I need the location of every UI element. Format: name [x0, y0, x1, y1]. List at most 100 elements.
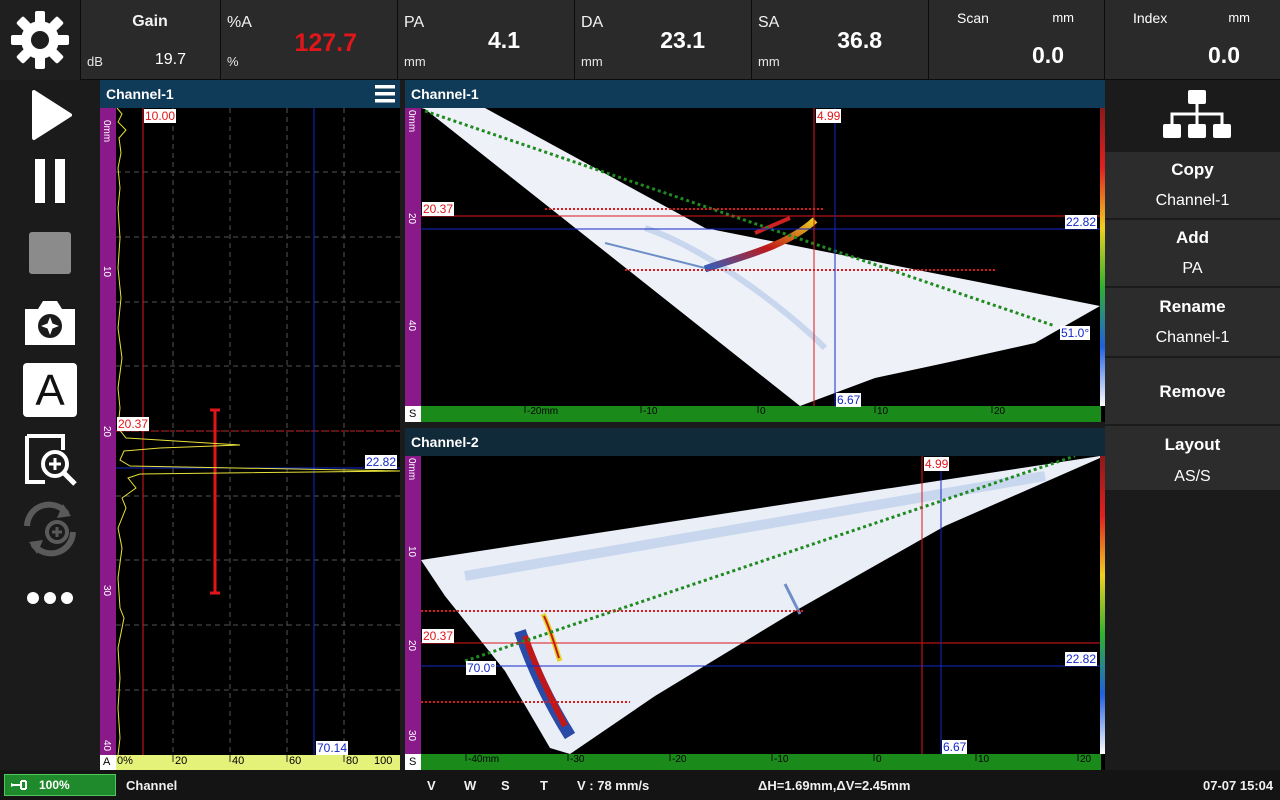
- capture-button[interactable]: [18, 294, 82, 350]
- camera-icon: [25, 301, 75, 345]
- amplitude-unit: %: [227, 54, 239, 69]
- scan-value: 0.0: [1032, 42, 1064, 68]
- status-datetime: 07-07 15:04: [1203, 778, 1274, 793]
- status-delta: ΔH=1.69mm,ΔV=2.45mm: [758, 778, 911, 793]
- sscan2-depth-label: 20.37: [422, 629, 455, 643]
- ascan-x-tick: 40: [232, 755, 245, 767]
- sscan2-x-tick: 0: [876, 754, 882, 765]
- gain-label: Gain: [132, 13, 168, 30]
- scan-label: Scan: [957, 10, 989, 26]
- stop-button[interactable]: [18, 230, 82, 276]
- zoom-in-icon: [25, 434, 77, 486]
- sscan1-x-tick: -10: [643, 406, 658, 417]
- status-s: S: [501, 778, 510, 793]
- ascan-x-tick: 100: [374, 755, 393, 767]
- sscan2-y-tick: 10: [406, 546, 417, 558]
- right-menu: Copy Channel-1 Add PA Rename Channel-1 R…: [1105, 80, 1280, 770]
- remove-button[interactable]: Remove: [1105, 358, 1280, 426]
- da-value: 23.1: [660, 27, 705, 53]
- sscan1-x-tick: 0: [760, 406, 766, 417]
- sscan2-x-tick: -40mm: [468, 754, 500, 765]
- sscan-channel-2-panel[interactable]: Channel-2 S 4.99 20.37 22.82 70.0° 6.67 …: [405, 428, 1105, 770]
- sscan2-x-tick: -20: [672, 754, 687, 765]
- battery-indicator: 100%: [4, 774, 116, 796]
- ascan-x-axis-letter: A: [103, 756, 111, 768]
- add-sub: PA: [1182, 260, 1203, 277]
- sscan2-y-tick: 0mm: [406, 458, 417, 481]
- more-button[interactable]: [18, 585, 82, 611]
- refresh-zoom-button[interactable]: [18, 498, 82, 560]
- hamburger-icon[interactable]: [374, 83, 396, 105]
- more-icon: [27, 592, 73, 604]
- ascan-y-tick: 30: [101, 585, 112, 597]
- ascan-amp-label: 70.14: [316, 741, 349, 755]
- sscan1-bottom-label: 6.67: [836, 393, 862, 407]
- hierarchy-icon: [1163, 90, 1231, 138]
- sa-readout[interactable]: SA mm 36.8: [751, 0, 928, 80]
- status-w: W: [464, 778, 477, 793]
- sscan1-plot[interactable]: [405, 108, 1105, 422]
- status-bar: 100% Channel V W S T V : 78 mm/s ΔH=1.69…: [0, 770, 1280, 800]
- pause-button[interactable]: [18, 155, 82, 207]
- scan-readout[interactable]: Scan mm 0.0: [928, 0, 1104, 80]
- ascan-panel[interactable]: Channel-1 A 10.00 20.37 22.82 70.14 0mm …: [100, 80, 400, 770]
- sscan2-y-tick: 30: [406, 730, 417, 742]
- gain-value: 19.7: [154, 51, 186, 68]
- index-unit: mm: [1228, 10, 1250, 25]
- sscan1-axis-letter: S: [409, 408, 417, 420]
- layout-button[interactable]: Layout AS/S: [1105, 426, 1280, 492]
- ascan-mode-button[interactable]: A: [18, 361, 82, 419]
- sscan2-title: Channel-2: [411, 434, 479, 450]
- sscan2-angle-label: 70.0°: [466, 661, 497, 675]
- settings-button[interactable]: [0, 0, 80, 80]
- sscan1-title-bar: Channel-1: [405, 80, 1105, 108]
- sa-value: 36.8: [837, 27, 882, 53]
- rename-button[interactable]: Rename Channel-1: [1105, 288, 1280, 358]
- sscan1-x-tick: 20: [994, 406, 1006, 417]
- pa-unit: mm: [404, 54, 426, 69]
- sscan1-x-tick: 10: [877, 406, 889, 417]
- a-letter: A: [35, 366, 65, 415]
- pa-readout[interactable]: PA mm 4.1: [397, 0, 574, 80]
- ascan-y-tick: 20: [101, 426, 112, 438]
- add-title: Add: [1175, 228, 1210, 247]
- da-readout[interactable]: DA mm 23.1: [574, 0, 751, 80]
- sscan1-right-label: 22.82: [1065, 215, 1098, 229]
- copy-title: Copy: [1171, 160, 1214, 179]
- layout-view-button[interactable]: [1105, 80, 1280, 152]
- da-unit: mm: [581, 54, 603, 69]
- sscan2-x-tick: -30: [570, 754, 585, 765]
- plug-icon: [11, 780, 27, 790]
- sscan2-bottom-label: 6.67: [942, 740, 968, 754]
- sscan1-title: Channel-1: [411, 86, 479, 102]
- sscan2-x-tick: -10: [774, 754, 789, 765]
- copy-sub: Channel-1: [1155, 192, 1230, 209]
- scan-unit: mm: [1052, 10, 1074, 25]
- status-velocity: V : 78 mm/s: [577, 778, 650, 793]
- ascan-plot[interactable]: [100, 108, 400, 770]
- amplitude-readout[interactable]: %A % 127.7: [220, 0, 397, 80]
- sa-unit: mm: [758, 54, 780, 69]
- copy-button[interactable]: Copy Channel-1: [1105, 152, 1280, 220]
- status-t: T: [540, 778, 548, 793]
- rename-title: Rename: [1159, 297, 1226, 316]
- ascan-x-tick: 80: [346, 755, 359, 767]
- ascan-right-label: 22.82: [365, 455, 398, 469]
- play-button[interactable]: [18, 88, 82, 142]
- sscan1-cursor-top-label: 4.99: [816, 109, 842, 123]
- remove-title: Remove: [1159, 382, 1226, 401]
- play-icon: [32, 90, 72, 140]
- ascan-title: Channel-1: [106, 86, 174, 102]
- ascan-y-tick: 10: [101, 266, 112, 278]
- ascan-x-tick: 60: [289, 755, 302, 767]
- status-channel: Channel: [126, 778, 178, 793]
- gain-readout[interactable]: Gain dB 19.7: [80, 0, 220, 80]
- sscan1-y-tick: 20: [406, 213, 417, 225]
- gain-unit: dB: [87, 54, 103, 69]
- sa-label: SA: [758, 14, 780, 31]
- add-button[interactable]: Add PA: [1105, 220, 1280, 288]
- zoom-in-button[interactable]: [18, 430, 82, 488]
- index-readout[interactable]: Index mm 0.0: [1104, 0, 1280, 80]
- sscan2-plot[interactable]: [405, 456, 1105, 770]
- sscan-channel-1-panel[interactable]: Channel-1 S 4.99 20.37 22.82 51.0° 6.67 …: [405, 80, 1105, 422]
